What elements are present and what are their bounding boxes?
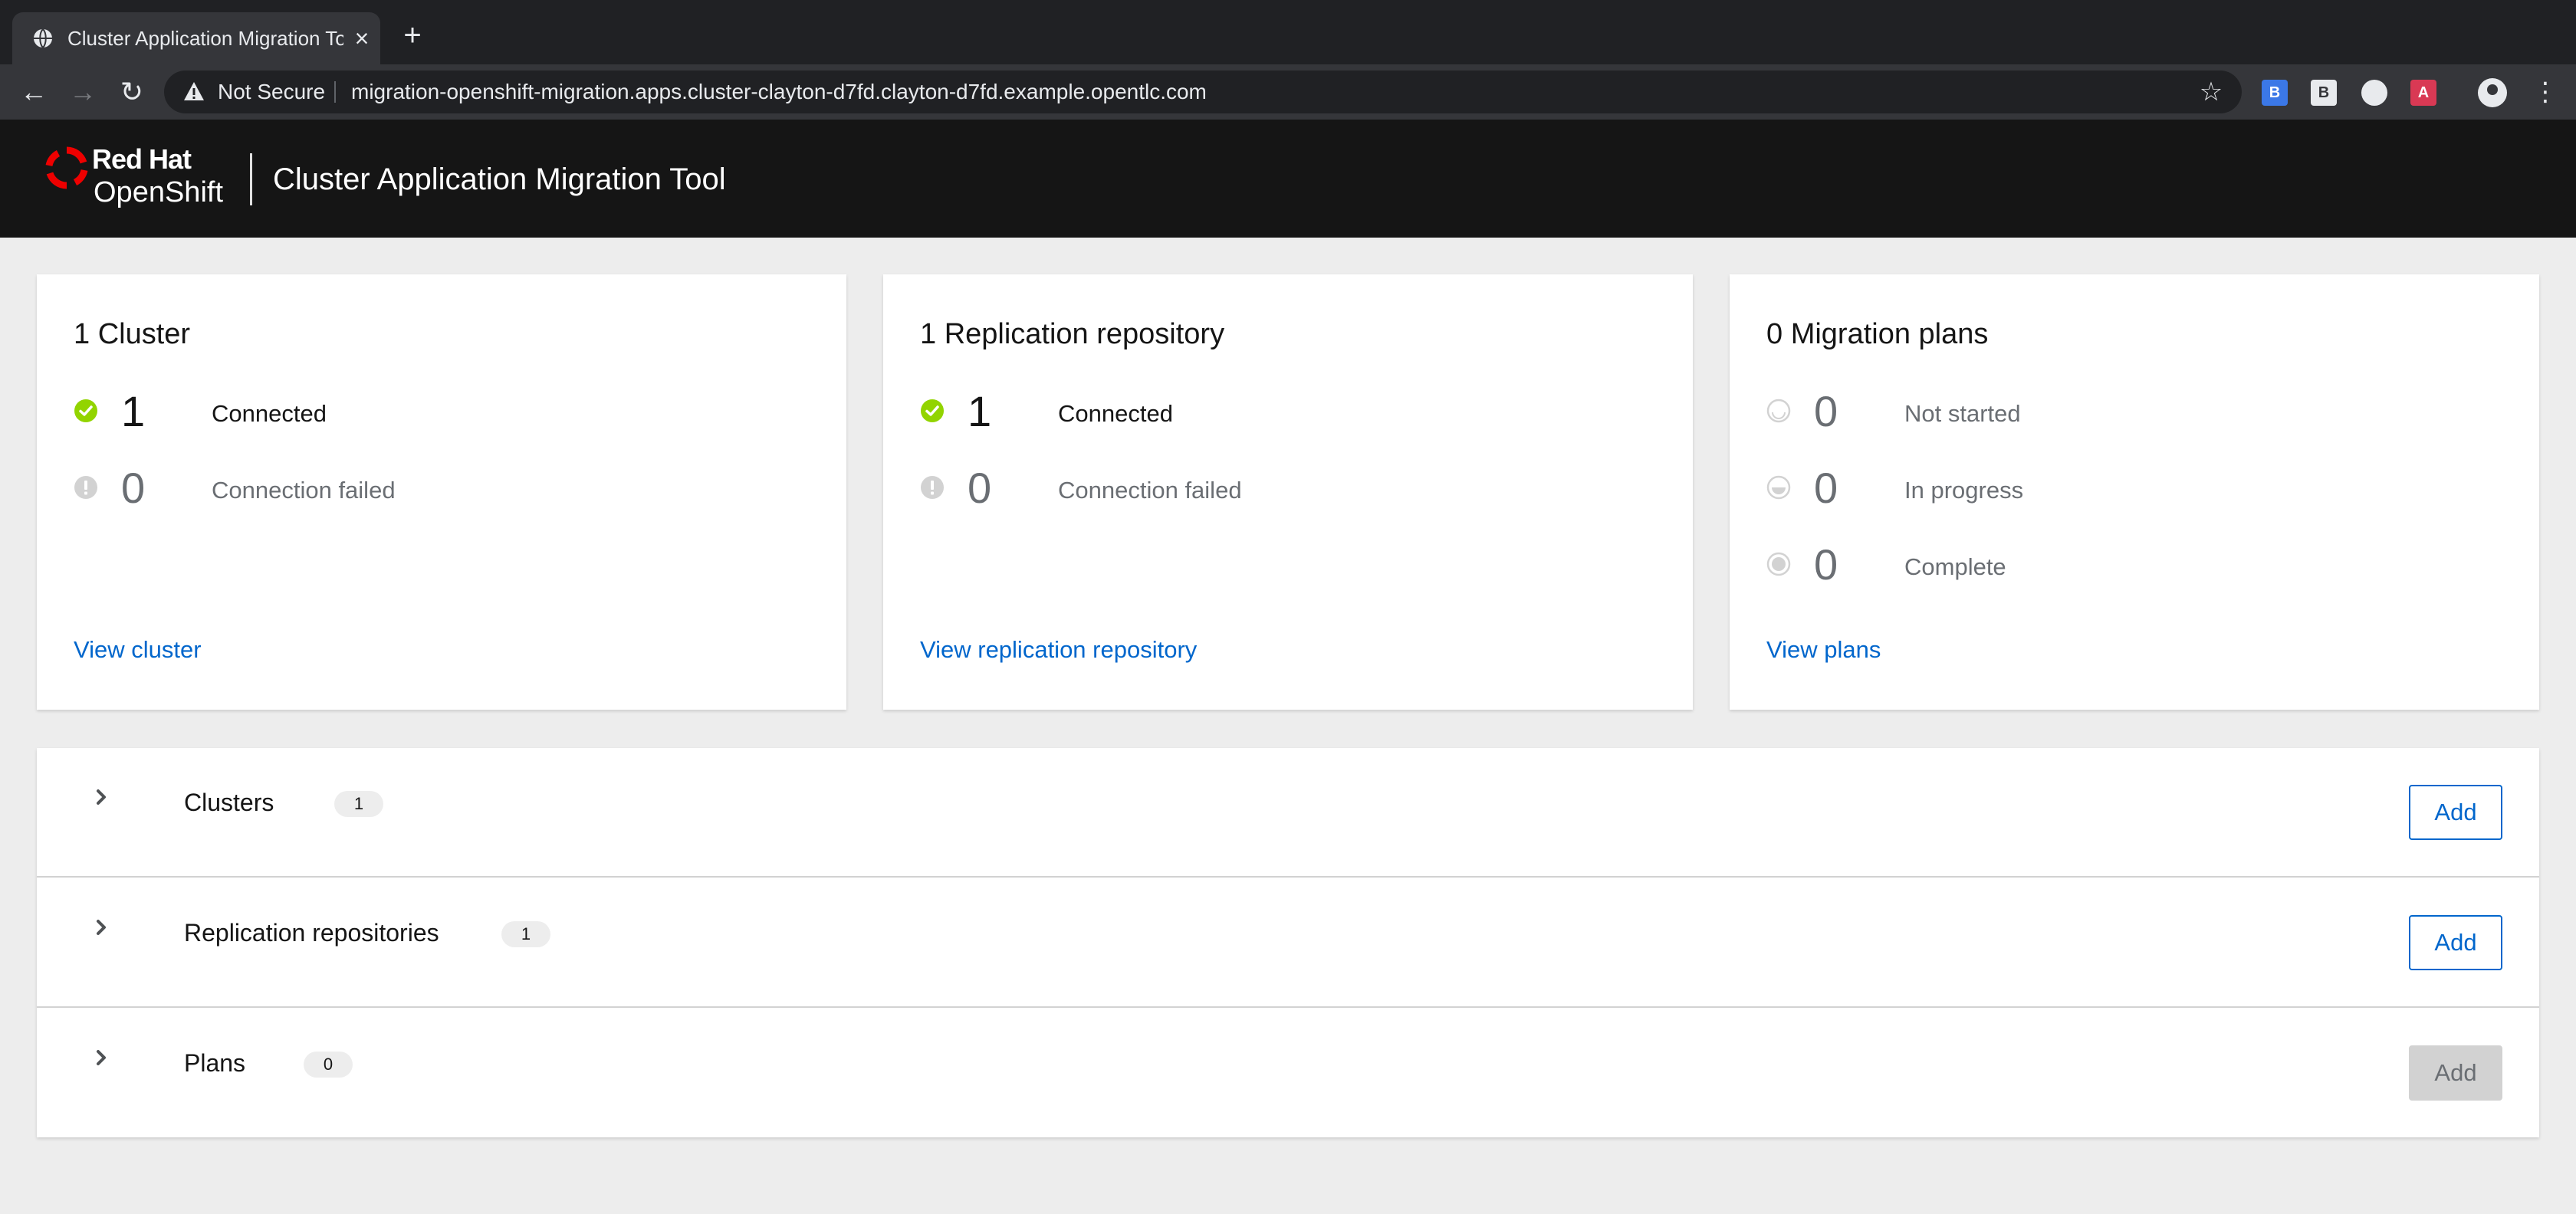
stat-label: In progress (1904, 477, 2024, 504)
stat-label: Connected (1058, 400, 1173, 427)
plans-section: Plans 0 Add (37, 1009, 2539, 1138)
data-list: Clusters 1 Add Replication repositories … (37, 748, 2539, 1137)
stat-label: Complete (1904, 553, 2006, 580)
add-plan-button[interactable]: Add (2409, 1045, 2502, 1101)
not-started-icon (1766, 399, 1791, 423)
reload-icon[interactable]: ↻ (113, 74, 150, 110)
security-label[interactable]: Not Secure (218, 78, 325, 106)
bookmark-star-icon[interactable]: ☆ (2196, 77, 2226, 107)
stat-count: 0 (1814, 464, 1838, 512)
check-circle-icon (74, 399, 97, 422)
app-masthead: Red Hat OpenShift Cluster Application Mi… (0, 120, 2576, 238)
stat-count: 0 (121, 464, 146, 512)
stat-not-started: 0 Not started (1766, 385, 2456, 438)
complete-icon (1766, 552, 1791, 576)
view-replication-repository-link[interactable]: View replication repository (920, 635, 1197, 665)
section-title: Clusters (184, 789, 274, 816)
brand-red-hat: Red Hat (92, 143, 192, 175)
stat-connected: 1 Connected (920, 385, 1610, 438)
clusters-section: Clusters 1 Add (37, 748, 2539, 878)
repositories-summary-card: 1 Replication repository 1 Connected 0 C… (883, 274, 1693, 710)
check-circle-icon (921, 399, 944, 422)
exclamation-circle-icon (921, 476, 944, 499)
extension-b-icon[interactable]: B (2262, 80, 2288, 106)
view-plans-link[interactable]: View plans (1766, 635, 1881, 665)
in-progress-icon (1766, 475, 1791, 500)
browser-toolbar: ← → ↻ Not Secure migration-openshift-mig… (0, 64, 2576, 120)
profile-avatar-icon[interactable] (2478, 78, 2507, 107)
chevron-right-icon[interactable] (86, 912, 117, 943)
stat-connected: 1 Connected (74, 385, 764, 438)
stat-label: Connection failed (212, 477, 396, 504)
header-divider (250, 153, 252, 205)
extension-a-icon[interactable]: A (2410, 80, 2436, 106)
add-cluster-button[interactable]: Add (2409, 785, 2502, 840)
view-cluster-link[interactable]: View cluster (74, 635, 202, 665)
stat-connection-failed: 0 Connection failed (74, 461, 764, 515)
extension-circle-icon[interactable] (2361, 80, 2387, 106)
back-arrow-icon[interactable]: ← (15, 74, 52, 110)
forward-arrow-icon[interactable]: → (64, 74, 101, 110)
browser-tab[interactable]: Cluster Application Migration Tool × (12, 12, 380, 64)
stat-label: Connection failed (1058, 477, 1242, 504)
address-divider (334, 81, 336, 103)
count-badge: 1 (501, 921, 550, 947)
chevron-right-icon[interactable] (86, 782, 117, 812)
card-title: 0 Migration plans (1766, 318, 1989, 350)
stat-count: 1 (968, 387, 992, 435)
brand-openshift: OpenShift (94, 176, 223, 208)
exclamation-circle-icon (74, 476, 97, 499)
chevron-right-icon[interactable] (86, 1042, 117, 1073)
openshift-logo-icon (45, 146, 88, 189)
tab-title: Cluster Application Migration Tool (67, 27, 343, 50)
stat-label: Not started (1904, 400, 2021, 427)
stat-connection-failed: 0 Connection failed (920, 461, 1610, 515)
stat-count: 0 (1814, 540, 1838, 589)
clusters-summary-card: 1 Cluster 1 Connected 0 Connection faile… (37, 274, 846, 710)
card-title: 1 Cluster (74, 318, 191, 350)
extension-b-outline-icon[interactable]: B (2311, 80, 2337, 106)
app-title: Cluster Application Migration Tool (273, 162, 726, 196)
red-hat-openshift-logo[interactable]: Red Hat OpenShift (43, 143, 250, 219)
count-badge: 0 (304, 1052, 353, 1078)
plans-summary-card: 0 Migration plans 0 Not started 0 In pro… (1730, 274, 2539, 710)
warning-icon (184, 82, 204, 100)
globe-icon (34, 28, 52, 48)
close-tab-icon[interactable]: × (347, 23, 377, 54)
card-title: 1 Replication repository (920, 318, 1225, 350)
section-title: Replication repositories (184, 919, 439, 947)
count-badge: 1 (334, 791, 383, 817)
address-bar[interactable]: Not Secure migration-openshift-migration… (164, 71, 2242, 113)
browser-menu-icon[interactable]: ⋮ (2530, 75, 2561, 109)
replication-repositories-section: Replication repositories 1 Add (37, 878, 2539, 1008)
add-repository-button[interactable]: Add (2409, 915, 2502, 970)
browser-tab-strip: Cluster Application Migration Tool × + (0, 0, 2576, 64)
stat-in-progress: 0 In progress (1766, 461, 2456, 515)
stat-count: 0 (1814, 387, 1838, 435)
stat-count: 0 (968, 464, 992, 512)
section-title: Plans (184, 1049, 246, 1077)
new-tab-icon[interactable]: + (397, 20, 428, 51)
stat-count: 1 (121, 387, 146, 435)
stat-label: Connected (212, 400, 327, 427)
url-text[interactable]: migration-openshift-migration.apps.clust… (351, 78, 1207, 106)
stat-complete: 0 Complete (1766, 538, 2456, 592)
